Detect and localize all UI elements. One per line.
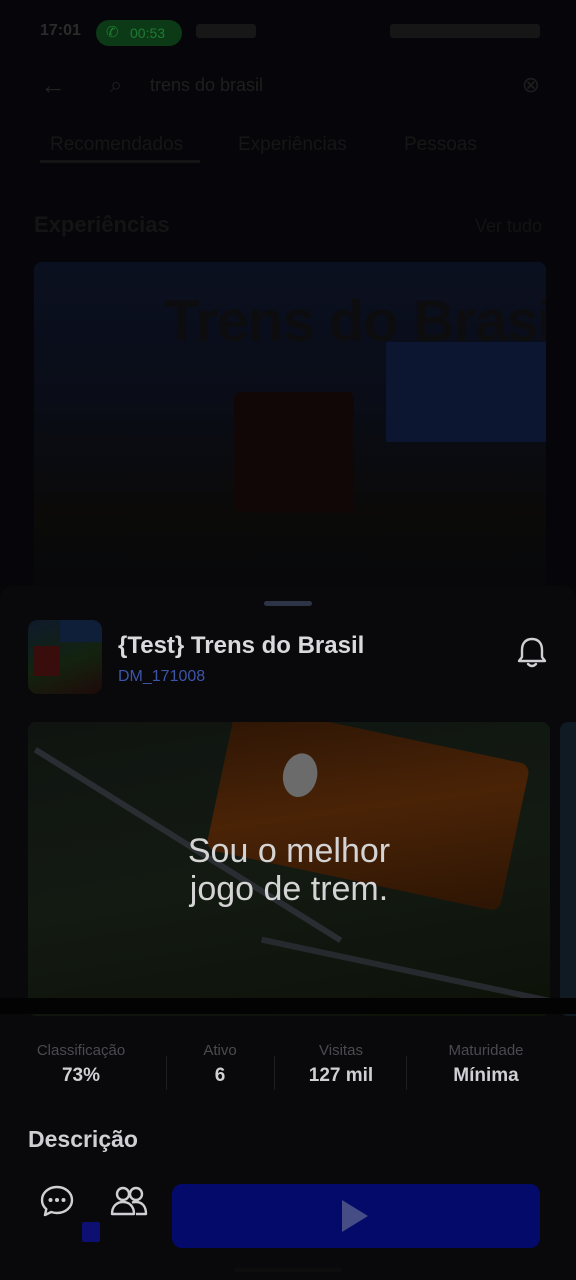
stat-label: Ativo	[203, 1042, 237, 1059]
description-title: Descrição	[28, 1126, 138, 1152]
stat-label: Classificação	[36, 1042, 126, 1059]
search-icon: ⌕	[110, 72, 123, 97]
tab-indicator	[40, 160, 200, 163]
unread-badge	[82, 1222, 100, 1242]
media-caption-line: Sou o melhor	[187, 832, 391, 870]
search-tabs: Recomendados Experiências Pessoas	[0, 126, 576, 166]
stat-visits: Visitas 127 mil	[290, 1042, 392, 1087]
phone-icon: ✆	[106, 24, 119, 41]
media-caption: Sou o melhor jogo de trem.	[28, 832, 550, 908]
status-system-icons	[390, 24, 540, 38]
chat-icon[interactable]	[38, 1182, 76, 1220]
stat-divider	[274, 1056, 275, 1090]
status-notification-icons	[196, 24, 256, 38]
home-indicator[interactable]	[234, 1268, 342, 1272]
media-divider	[0, 998, 576, 1014]
back-arrow-icon[interactable]: ←	[40, 70, 66, 101]
stats-row: Classificação 73% Ativo 6 Visitas 127 mi…	[0, 1042, 576, 1098]
hero-title: Trens do Brasil	[164, 289, 546, 354]
status-time: 17:01	[40, 22, 81, 39]
media-carousel-next-item[interactable]	[560, 722, 576, 1016]
play-icon	[342, 1200, 368, 1232]
game-title: {Test} Trens do Brasil	[118, 632, 365, 659]
experience-bottom-sheet: {Test} Trens do Brasil DM_171008 Sou o m…	[0, 586, 576, 1280]
stat-label: Maturidade	[448, 1042, 524, 1059]
bell-icon[interactable]	[512, 632, 552, 672]
stat-active: Ativo 6	[180, 1042, 260, 1087]
stat-value: Mínima	[453, 1065, 519, 1086]
clear-icon[interactable]: ⊗	[522, 72, 540, 98]
section-title: Experiências	[34, 212, 170, 237]
stat-label: Visitas	[319, 1042, 363, 1059]
media-caption-line: jogo de trem.	[189, 870, 389, 908]
creator-link[interactable]: DM_171008	[118, 668, 205, 686]
stat-value: 127 mil	[308, 1065, 374, 1086]
hero-experience-card[interactable]: Trens do Brasil	[34, 262, 546, 592]
status-bar: 17:01 ✆ 00:53	[0, 0, 576, 64]
stat-value: 73%	[61, 1065, 101, 1086]
search-row: ← ⌕ trens do brasil ⊗	[0, 62, 576, 110]
thumbnail-sky	[60, 620, 102, 642]
section-more-link[interactable]: Ver tudo	[475, 216, 542, 237]
call-duration: 00:53	[130, 25, 166, 41]
train-logo	[278, 750, 322, 801]
search-input[interactable]: trens do brasil	[150, 75, 263, 96]
hero-train-image	[234, 392, 354, 512]
tab-experiencias[interactable]: Experiências	[238, 134, 347, 156]
media-carousel-item[interactable]: Sou o melhor jogo de trem.	[28, 722, 550, 1016]
call-indicator[interactable]: ✆ 00:53	[96, 20, 182, 46]
drag-handle[interactable]	[264, 601, 312, 606]
stat-maturity: Maturidade Mínima	[426, 1042, 546, 1087]
stat-value: 6	[214, 1065, 226, 1086]
stat-divider	[406, 1056, 407, 1090]
action-bar	[0, 1162, 576, 1280]
tab-recomendados[interactable]: Recomendados	[50, 134, 183, 156]
stat-rating: Classificação 73%	[22, 1042, 140, 1087]
friends-icon[interactable]	[108, 1182, 150, 1220]
hero-sky-image	[386, 342, 546, 442]
thumbnail-train	[34, 646, 60, 676]
tab-pessoas[interactable]: Pessoas	[404, 134, 477, 156]
stat-divider	[166, 1056, 167, 1090]
game-thumbnail	[28, 620, 102, 694]
play-button[interactable]	[172, 1184, 540, 1248]
